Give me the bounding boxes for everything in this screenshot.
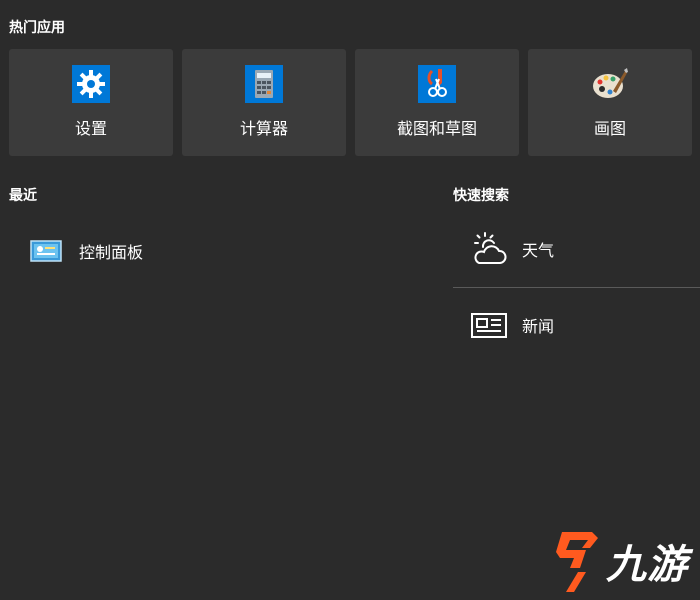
hot-apps-grid: 设置 计算器 截图和草图 画图 xyxy=(9,49,692,156)
control-panel-icon xyxy=(30,239,62,263)
jiuyou-logo-icon xyxy=(552,528,600,594)
app-tile-settings[interactable]: 设置 xyxy=(9,49,173,156)
quick-search-divider xyxy=(453,287,700,288)
recent-item-label: 控制面板 xyxy=(79,243,144,262)
recent-item-control-panel[interactable]: 控制面板 xyxy=(30,236,330,266)
watermark-text: 九游 xyxy=(606,542,688,588)
quick-search-label: 天气 xyxy=(522,241,555,260)
quick-search-news[interactable]: 新闻 xyxy=(470,306,554,344)
app-tile-paint[interactable]: 画图 xyxy=(528,49,692,156)
app-tile-label: 画图 xyxy=(593,119,626,138)
app-tile-label: 截图和草图 xyxy=(396,119,477,138)
quick-search-title: 快速搜索 xyxy=(453,188,509,204)
gear-icon xyxy=(72,65,110,103)
watermark: 九游 xyxy=(552,528,688,594)
weather-icon xyxy=(470,230,508,268)
quick-search-label: 新闻 xyxy=(522,317,555,336)
news-icon xyxy=(470,306,508,344)
app-tile-label: 计算器 xyxy=(239,119,288,138)
paint-palette-icon xyxy=(591,65,629,103)
app-tile-label: 设置 xyxy=(74,119,107,138)
app-tile-snip-sketch[interactable]: 截图和草图 xyxy=(355,49,519,156)
recent-title: 最近 xyxy=(9,188,37,204)
snip-sketch-icon xyxy=(418,65,456,103)
hot-apps-title: 热门应用 xyxy=(9,20,65,36)
calculator-icon xyxy=(245,65,283,103)
app-tile-calculator[interactable]: 计算器 xyxy=(182,49,346,156)
quick-search-weather[interactable]: 天气 xyxy=(470,230,554,268)
